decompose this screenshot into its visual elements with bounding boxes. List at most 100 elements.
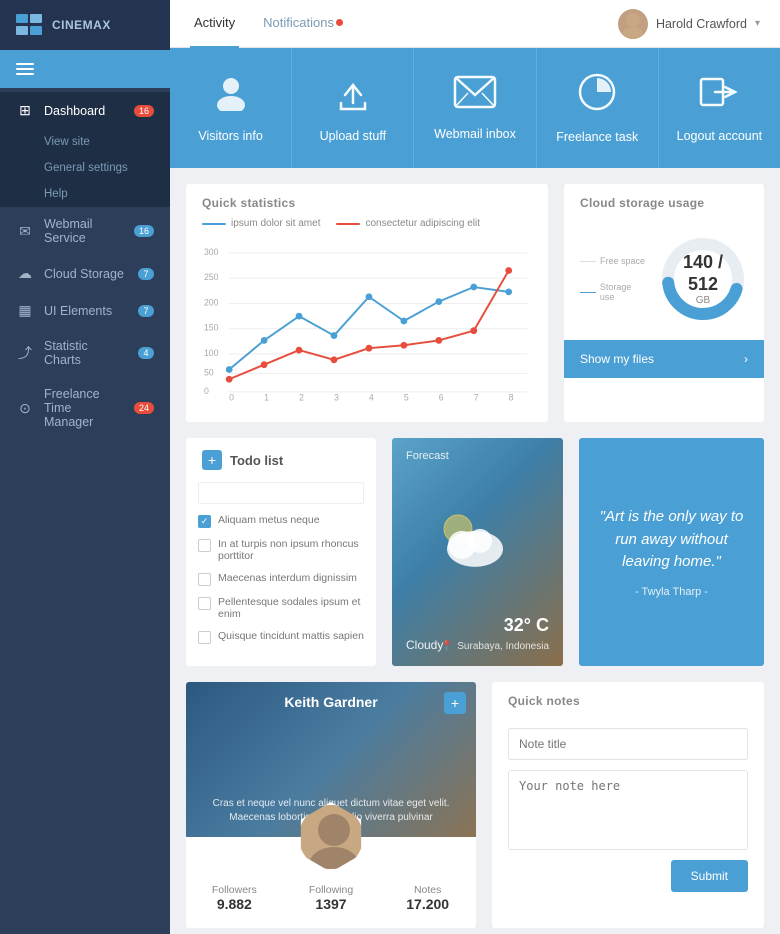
note-body-input[interactable] bbox=[508, 770, 748, 850]
sidebar-item-label: Cloud Storage bbox=[44, 267, 128, 281]
forecast-background: Forecast 32° C Cloudy bbox=[392, 438, 563, 666]
donut-labels: Free space Storage use bbox=[580, 256, 648, 302]
svg-text:0: 0 bbox=[204, 386, 209, 396]
svg-text:50: 50 bbox=[204, 367, 214, 377]
svg-text:3: 3 bbox=[334, 393, 339, 401]
svg-text:1: 1 bbox=[264, 393, 269, 401]
quick-notes-title: Quick notes bbox=[492, 682, 764, 716]
profile-add-button[interactable]: + bbox=[444, 692, 466, 714]
main-content: Activity Notifications Harold Crawford ▾… bbox=[170, 0, 780, 934]
visitors-icon bbox=[211, 73, 251, 119]
quick-notes-card: Quick notes Submit bbox=[492, 682, 764, 928]
quick-stats-title: Quick statistics bbox=[186, 184, 548, 218]
list-item: In at turpis non ipsum rhoncus porttitor bbox=[198, 538, 364, 562]
sidebar-item-label: UI Elements bbox=[44, 304, 128, 318]
todo-checkbox-1[interactable] bbox=[198, 539, 211, 552]
avatar bbox=[296, 802, 366, 872]
todo-checkbox-2[interactable] bbox=[198, 573, 211, 586]
profile-avatar-wrapper bbox=[186, 802, 476, 872]
svg-text:2: 2 bbox=[299, 393, 304, 401]
todo-checkbox-3[interactable] bbox=[198, 597, 211, 610]
note-title-input[interactable] bbox=[508, 728, 748, 760]
tab-notifications[interactable]: Notifications bbox=[259, 0, 347, 48]
dashboard-icon: ⊞ bbox=[16, 102, 34, 119]
todo-add-button[interactable]: + bbox=[202, 450, 222, 470]
forecast-condition: Cloudy bbox=[406, 638, 443, 652]
hero-freelance[interactable]: Freelance task bbox=[537, 48, 659, 168]
sidebar-item-charts[interactable]: ⤴ Statistic Charts 4 bbox=[0, 329, 170, 377]
subitem-view-site[interactable]: View site bbox=[0, 129, 170, 155]
subitem-help[interactable]: Help bbox=[0, 181, 170, 207]
sidebar-item-dashboard[interactable]: ⊞ Dashboard 16 bbox=[0, 92, 170, 129]
profile-card: Keith Gardner + Cras et neque vel nunc a… bbox=[186, 682, 476, 928]
notification-dot bbox=[336, 19, 343, 26]
list-item: Quisque tincidunt mattis sapien bbox=[198, 630, 364, 644]
sidebar-item-label: Webmail Service bbox=[44, 217, 124, 245]
hero-logout[interactable]: Logout account bbox=[659, 48, 780, 168]
sidebar-item-cloud[interactable]: ☁ Cloud Storage 7 bbox=[0, 255, 170, 292]
todo-title: Todo list bbox=[230, 453, 283, 468]
legend-blue-dot bbox=[202, 223, 226, 225]
chevron-right-icon: › bbox=[744, 352, 748, 366]
ui-icon: ▦ bbox=[16, 302, 34, 319]
cloud-badge: 7 bbox=[138, 268, 154, 280]
cloud-storage-title: Cloud storage usage bbox=[564, 184, 764, 218]
quote-author: - Twyla Tharp - bbox=[635, 586, 708, 598]
row-todo-forecast: + Todo list ✓ Aliquam metus neque In at … bbox=[186, 438, 764, 666]
chart-legend: ipsum dolor sit amet consectetur adipisc… bbox=[186, 218, 548, 233]
subitem-general-settings[interactable]: General settings bbox=[0, 155, 170, 181]
legend-red: consectetur adipiscing elit bbox=[336, 218, 480, 229]
sidebar-item-webmail[interactable]: ✉ Webmail Service 16 bbox=[0, 207, 170, 255]
sidebar-item-label: Statistic Charts bbox=[44, 339, 128, 367]
quick-stats-card: Quick statistics ipsum dolor sit amet co… bbox=[186, 184, 548, 422]
hero-visitors[interactable]: Visitors info bbox=[170, 48, 292, 168]
forecast-card: Forecast 32° C Cloudy bbox=[392, 438, 563, 666]
donut-chart: 140 / 512 GB bbox=[658, 234, 748, 324]
sidebar-item-label: Freelance Time Manager bbox=[44, 387, 124, 429]
sidebar-item-ui[interactable]: ▦ UI Elements 7 bbox=[0, 292, 170, 329]
show-files-button[interactable]: Show my files › bbox=[564, 340, 764, 378]
hero-upload[interactable]: Upload stuff bbox=[292, 48, 414, 168]
line-chart: 300 250 200 150 100 50 0 bbox=[202, 241, 532, 401]
hero-freelance-label: Freelance task bbox=[556, 130, 638, 144]
storage-use-label: Storage use bbox=[580, 282, 648, 302]
list-item: Pellentesque sodales ipsum et enim bbox=[198, 596, 364, 620]
donut-container: Free space Storage use bbox=[564, 218, 764, 340]
row-stats: Quick statistics ipsum dolor sit amet co… bbox=[186, 184, 764, 422]
cloud-icon: ☁ bbox=[16, 265, 34, 282]
dashboard-badge: 16 bbox=[134, 105, 154, 117]
hero-visitors-label: Visitors info bbox=[198, 129, 262, 143]
svg-text:300: 300 bbox=[204, 247, 219, 257]
cloud-storage-card: Cloud storage usage Free space Storage u… bbox=[564, 184, 764, 422]
hero-webmail-label: Webmail inbox bbox=[434, 127, 516, 141]
svg-text:7: 7 bbox=[474, 393, 479, 401]
svg-text:6: 6 bbox=[439, 393, 444, 401]
todo-card: + Todo list ✓ Aliquam metus neque In at … bbox=[186, 438, 376, 666]
hero-webmail[interactable]: Webmail inbox bbox=[414, 48, 536, 168]
location-icon: 📍 bbox=[441, 641, 453, 652]
list-item: Maecenas interdum dignissim bbox=[198, 572, 364, 586]
svg-text:0: 0 bbox=[229, 393, 234, 401]
hero-band: Visitors info Upload stuff Webmail inbox… bbox=[170, 48, 780, 168]
legend-red-dot bbox=[336, 223, 360, 225]
quote-text: "Art is the only way to run away without… bbox=[595, 506, 748, 574]
todo-checkbox-4[interactable] bbox=[198, 631, 211, 644]
row-profile-notes: Keith Gardner + Cras et neque vel nunc a… bbox=[186, 682, 764, 928]
user-menu[interactable]: Harold Crawford ▾ bbox=[618, 9, 760, 39]
sidebar-logo: CINEMAX bbox=[0, 0, 170, 50]
sidebar: CINEMAX ⊞ Dashboard 16 View site General… bbox=[0, 0, 170, 934]
logout-icon bbox=[699, 73, 739, 119]
tab-activity[interactable]: Activity bbox=[190, 0, 239, 48]
logo-text: CINEMAX bbox=[52, 18, 111, 32]
profile-stat-followers: Followers 9.882 bbox=[186, 884, 283, 912]
forecast-location: 📍 Surabaya, Indonesia bbox=[441, 641, 549, 652]
submit-button[interactable]: Submit bbox=[671, 860, 748, 892]
upload-icon bbox=[333, 73, 373, 119]
profile-stats: Followers 9.882 Following 1397 Notes 17.… bbox=[186, 872, 476, 928]
todo-checkbox-0[interactable]: ✓ bbox=[198, 515, 211, 528]
hamburger-button[interactable] bbox=[0, 50, 170, 88]
legend-blue: ipsum dolor sit amet bbox=[202, 218, 320, 229]
todo-header: + Todo list bbox=[186, 438, 376, 482]
sidebar-item-freelance[interactable]: ⊙ Freelance Time Manager 24 bbox=[0, 377, 170, 439]
forecast-label: Forecast bbox=[406, 450, 449, 462]
